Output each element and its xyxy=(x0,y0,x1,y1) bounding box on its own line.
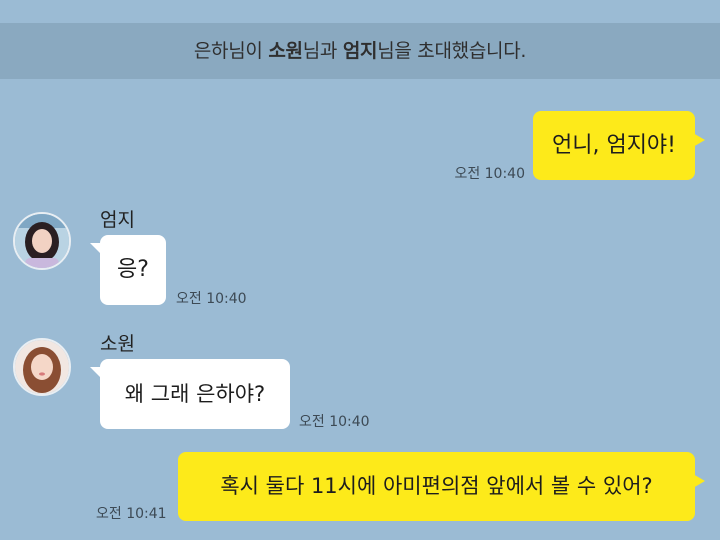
received-message-bubble[interactable]: 응? xyxy=(90,235,166,305)
notice-name-1: 소원 xyxy=(268,40,303,62)
message-text: 왜 그래 은하야? xyxy=(124,382,266,406)
message-text: 언니, 엄지야! xyxy=(551,133,676,158)
avatar[interactable] xyxy=(13,338,71,396)
sender-name: 엄지 xyxy=(100,209,135,231)
profile-photo-icon xyxy=(15,340,69,394)
notice-text-3: 님을 초대했습니다. xyxy=(377,40,527,62)
notice-text-1: 은하님이 xyxy=(193,40,269,62)
sender-name: 소원 xyxy=(100,333,135,355)
message-text: 응? xyxy=(117,257,149,282)
avatar[interactable] xyxy=(13,212,71,270)
message-time: 오전 10:40 xyxy=(454,166,525,182)
message-time: 오전 10:41 xyxy=(96,506,167,522)
my-message-bubble[interactable]: 혹시 둘다 11시에 아미편의점 앞에서 볼 수 있어? xyxy=(178,452,705,521)
message-text: 혹시 둘다 11시에 아미편의점 앞에서 볼 수 있어? xyxy=(220,474,653,498)
received-message-bubble[interactable]: 왜 그래 은하야? xyxy=(90,359,290,429)
notice-text-2: 님과 xyxy=(302,40,343,62)
system-notice: 은하님이 소원님과 엄지님을 초대했습니다. xyxy=(0,23,720,79)
my-message-bubble[interactable]: 언니, 엄지야! xyxy=(533,111,705,180)
message-time: 오전 10:40 xyxy=(176,291,247,307)
notice-name-2: 엄지 xyxy=(342,40,378,62)
profile-photo-icon xyxy=(15,214,69,268)
message-time: 오전 10:40 xyxy=(299,414,370,430)
